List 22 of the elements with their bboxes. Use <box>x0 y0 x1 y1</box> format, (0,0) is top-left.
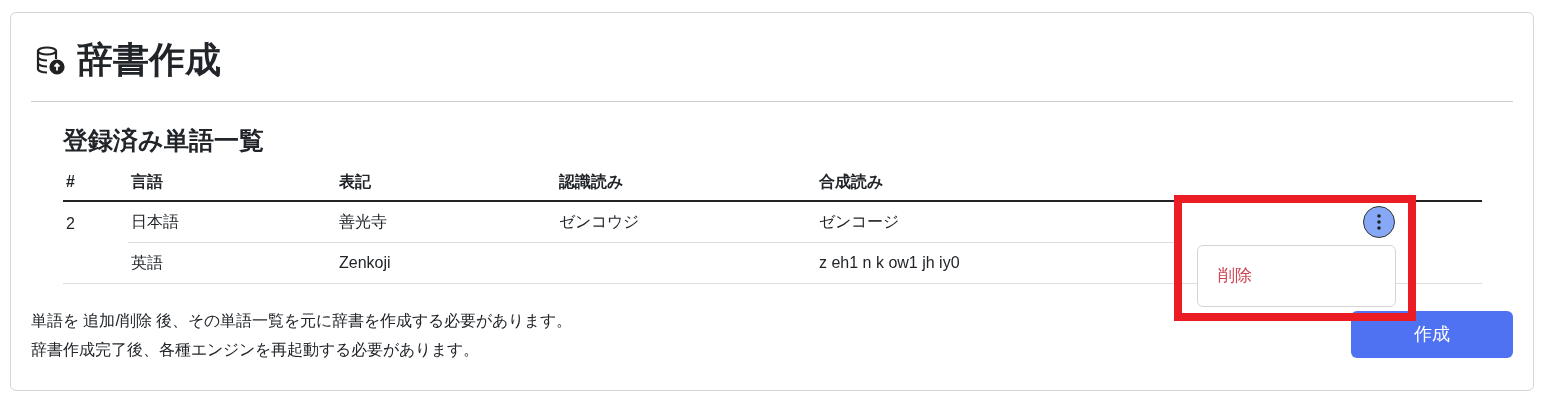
column-header: 言語 <box>131 173 163 190</box>
column-header: # <box>66 173 75 190</box>
table-cell: 英語 <box>131 253 163 271</box>
table-cell: 善光寺 <box>339 212 387 230</box>
table-cell: ゼンコージ <box>819 212 899 230</box>
note-text: 単語を 追加/削除 後、その単語一覧を元に辞書を作成する必要があります。 <box>31 310 573 331</box>
table-cell: Zenkoji <box>339 253 391 271</box>
delete-menu-item[interactable]: 削除 <box>1198 263 1252 289</box>
section-title: 登録済み単語一覧 <box>63 125 265 156</box>
table-cell: z eh1 n k ow1 jh iy0 <box>819 253 960 271</box>
more-options-button[interactable] <box>1363 206 1395 238</box>
column-header: 表記 <box>339 173 371 190</box>
page-title: 辞書作成 <box>77 42 221 78</box>
table-cell: 日本語 <box>131 212 179 230</box>
column-header: 合成読み <box>819 173 883 190</box>
table-cell: ゼンコウジ <box>559 212 639 230</box>
note-text: 辞書作成完了後、各種エンジンを再起動する必要があります。 <box>31 339 480 360</box>
row-number: 2 <box>66 215 75 232</box>
database-upload-icon <box>35 45 65 75</box>
kebab-icon <box>1377 214 1381 230</box>
column-header: 認識読み <box>559 173 623 190</box>
create-button[interactable]: 作成 <box>1351 310 1513 358</box>
